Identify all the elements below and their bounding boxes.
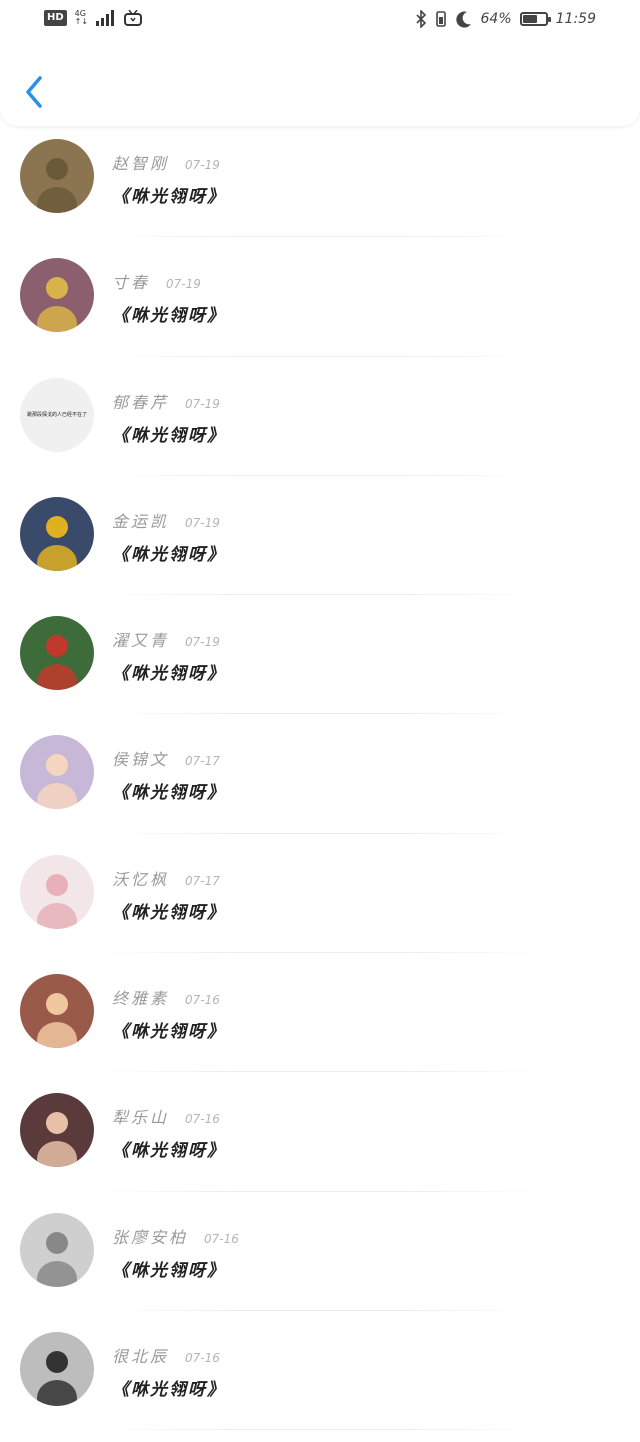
- contact-meta: 侯锦文 07-17: [112, 746, 220, 770]
- avatar[interactable]: 跳那段探戈的人已经不在了: [20, 377, 94, 452]
- divider: [100, 474, 540, 476]
- contact-list: 赵智刚 07-19 《咻光翎呀》 寸春 07-19 《咻光翎呀》 跳那段探戈的人已经不在了郁…: [0, 130, 640, 1442]
- battery-icon: [519, 12, 551, 26]
- avatar[interactable]: [20, 1331, 94, 1406]
- avatar[interactable]: [20, 735, 94, 810]
- contact-meta: 濯又青 07-19: [112, 627, 220, 651]
- message-preview: 《咻光翎呀》: [112, 1379, 226, 1400]
- list-item[interactable]: 跳那段探戈的人已经不在了 郁春芹 07-19 《咻光翎呀》: [0, 369, 640, 488]
- moon-icon: [455, 11, 471, 28]
- back-button[interactable]: [20, 72, 50, 112]
- list-item[interactable]: 侯锦文 07-17 《咻光翎呀》: [0, 726, 640, 845]
- contact-name: 郁春芹: [112, 392, 170, 412]
- updown-arrows-icon: ↑↓: [74, 17, 89, 26]
- message-preview: 《咻光翎呀》: [112, 664, 226, 685]
- divider: [100, 1309, 540, 1311]
- list-item[interactable]: 犁乐山 07-16 《咻光翎呀》: [0, 1084, 640, 1203]
- contact-meta: 沃忆枫 07-17: [112, 866, 220, 890]
- avatar[interactable]: [20, 496, 94, 571]
- avatar[interactable]: [20, 1212, 94, 1287]
- contact-name: 很北辰: [112, 1346, 170, 1366]
- divider: [100, 1190, 540, 1192]
- avatar[interactable]: [20, 616, 94, 691]
- contact-name: 赵智刚: [112, 154, 170, 173]
- network-indicator: 4G ↑↓: [75, 10, 88, 26]
- message-preview: 《咻光翎呀》: [112, 544, 226, 565]
- contact-name: 金运凯: [112, 511, 170, 531]
- list-item[interactable]: 濯又青 07-19 《咻光翎呀》: [0, 607, 640, 726]
- avatar[interactable]: [20, 1093, 94, 1168]
- contact-meta: 终雅素 07-16: [112, 985, 220, 1009]
- list-item[interactable]: 沃忆枫 07-17 《咻光翎呀》: [0, 846, 640, 965]
- divider: [100, 236, 540, 238]
- contact-name: 终雅素: [112, 989, 170, 1009]
- message-preview: 《咻光翎呀》: [112, 306, 226, 327]
- message-preview: 《咻光翎呀》: [112, 1141, 226, 1162]
- list-item[interactable]: 金运凯 07-19 《咻光翎呀》: [0, 488, 640, 607]
- avatar[interactable]: [20, 974, 94, 1049]
- message-date: 07-19: [185, 396, 220, 411]
- divider: [100, 1429, 540, 1431]
- bluetooth-icon: [415, 10, 426, 28]
- avatar[interactable]: [20, 854, 94, 929]
- message-preview: 《咻光翎呀》: [112, 783, 226, 804]
- message-preview: 《咻光翎呀》: [112, 1260, 226, 1281]
- contact-name: 寸春: [112, 273, 151, 293]
- contact-name: 濯又青: [112, 631, 170, 651]
- contact-name: 侯锦文: [112, 750, 170, 770]
- chevron-left-icon: [26, 76, 42, 108]
- message-preview: 《咻光翎呀》: [112, 1022, 226, 1043]
- contact-name: 张廖安柏: [112, 1227, 189, 1247]
- message-date: 07-19: [166, 277, 201, 292]
- list-item[interactable]: 张廖安柏 07-16 《咻光翎呀》: [0, 1204, 640, 1323]
- divider: [100, 1071, 540, 1073]
- message-date: 07-16: [185, 993, 220, 1008]
- list-item[interactable]: 很北辰 07-16 《咻光翎呀》: [0, 1323, 640, 1442]
- battery-percent: 64%: [480, 11, 512, 27]
- message-preview: 《咻光翎呀》: [112, 902, 226, 923]
- contact-meta: 很北辰 07-16: [112, 1343, 220, 1367]
- contact-name: 犁乐山: [112, 1108, 170, 1128]
- clock: 11:59: [555, 11, 596, 27]
- list-item[interactable]: 终雅素 07-16 《咻光翎呀》: [0, 965, 640, 1084]
- contact-meta: 金运凯 07-19: [112, 508, 220, 532]
- tv-icon: [124, 10, 143, 26]
- contact-meta: 张廖安柏 07-16: [112, 1224, 239, 1248]
- message-preview: 《咻光翎呀》: [112, 425, 226, 446]
- contact-meta: 赵智刚 07-19: [112, 150, 220, 174]
- contact-meta: 郁春芹 07-19: [112, 389, 220, 413]
- avatar[interactable]: [20, 258, 94, 333]
- message-date: 07-17: [185, 754, 220, 769]
- divider: [100, 832, 540, 834]
- contact-name: 沃忆枫: [112, 869, 170, 889]
- message-date: 07-16: [185, 1350, 220, 1365]
- message-date: 07-17: [185, 873, 220, 888]
- list-item[interactable]: 赵智刚 07-19 《咻光翎呀》: [0, 130, 640, 249]
- message-date: 07-19: [185, 515, 220, 530]
- contact-meta: 寸春 07-19: [112, 269, 201, 293]
- vibrate-icon: [435, 11, 446, 27]
- message-preview: 《咻光翎呀》: [112, 187, 226, 207]
- status-bar: HD 4G ↑↓ 64% 11:59: [0, 0, 640, 44]
- signal-icon: [96, 10, 115, 26]
- avatar[interactable]: [20, 139, 94, 213]
- divider: [100, 713, 540, 715]
- contact-meta: 犁乐山 07-16: [112, 1104, 220, 1128]
- hd-badge: HD: [44, 10, 67, 26]
- message-date: 07-19: [185, 635, 220, 650]
- message-date: 07-19: [185, 158, 220, 172]
- divider: [100, 355, 540, 357]
- message-date: 07-16: [204, 1231, 239, 1246]
- message-date: 07-16: [185, 1112, 220, 1127]
- svg-text:跳那段探戈的人已经不在了: 跳那段探戈的人已经不在了: [27, 411, 87, 418]
- divider: [100, 952, 540, 954]
- divider: [100, 594, 540, 596]
- list-item[interactable]: 寸春 07-19 《咻光翎呀》: [0, 249, 640, 368]
